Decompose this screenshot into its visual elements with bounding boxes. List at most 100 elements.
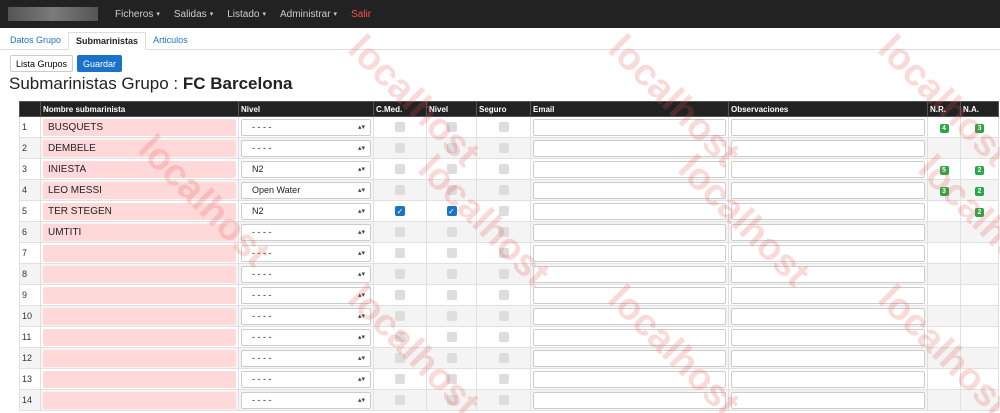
nav-menu-ficheros[interactable]: Ficheros ▾ (115, 9, 160, 20)
diver-name-field[interactable] (43, 349, 236, 367)
level-select[interactable]: - - - - ▴▾ (241, 265, 371, 283)
seguro-checkbox[interactable] (498, 206, 509, 216)
level-select[interactable]: - - - - ▴▾ (241, 349, 371, 367)
brand-logo[interactable] (8, 7, 98, 21)
seguro-checkbox[interactable] (498, 395, 509, 405)
email-field[interactable] (533, 265, 726, 283)
email-field[interactable] (533, 223, 726, 241)
email-field[interactable] (533, 391, 726, 409)
nivel-checkbox[interactable] (446, 395, 457, 405)
level-select[interactable]: - - - - ▴▾ (241, 307, 371, 325)
save-button[interactable]: Guardar (77, 55, 123, 72)
observations-field[interactable] (731, 265, 925, 283)
email-field[interactable] (533, 286, 726, 304)
level-select[interactable]: Open Water ▴▾ (241, 181, 371, 199)
email-field[interactable] (533, 202, 726, 220)
logout-link[interactable]: Salir (351, 9, 371, 20)
nav-menu-administrar[interactable]: Administrar ▾ (280, 9, 337, 20)
diver-name-field[interactable] (43, 328, 236, 346)
cmed-checkbox[interactable] (395, 290, 405, 300)
email-field[interactable] (533, 139, 726, 157)
level-select[interactable]: - - - - ▴▾ (241, 391, 371, 409)
email-field[interactable] (533, 160, 726, 178)
seguro-checkbox[interactable] (498, 227, 509, 237)
level-select[interactable]: - - - - ▴▾ (241, 328, 371, 346)
diver-name-field[interactable] (43, 244, 236, 262)
nivel-checkbox[interactable]: ✓ (446, 206, 457, 216)
diver-name-field[interactable]: UMTITI (43, 223, 236, 241)
level-select[interactable]: - - - - ▴▾ (241, 286, 371, 304)
nivel-checkbox[interactable] (446, 374, 457, 384)
nav-menu-listado[interactable]: Listado ▾ (227, 9, 266, 20)
seguro-checkbox[interactable] (498, 269, 509, 279)
observations-field[interactable] (731, 139, 925, 157)
diver-name-field[interactable] (43, 307, 236, 325)
cmed-checkbox[interactable] (395, 122, 405, 132)
seguro-checkbox[interactable] (498, 353, 509, 363)
seguro-checkbox[interactable] (498, 374, 509, 384)
cmed-checkbox[interactable] (395, 374, 405, 384)
nivel-checkbox[interactable] (446, 248, 457, 258)
level-select[interactable]: - - - - ▴▾ (241, 139, 371, 157)
nivel-checkbox[interactable] (446, 269, 457, 279)
diver-name-field[interactable]: BUSQUETS (43, 118, 236, 136)
seguro-checkbox[interactable] (498, 332, 509, 342)
seguro-checkbox[interactable] (498, 164, 509, 174)
diver-name-field[interactable] (43, 370, 236, 388)
observations-field[interactable] (731, 307, 925, 325)
cmed-checkbox[interactable] (395, 269, 405, 279)
email-field[interactable] (533, 307, 726, 325)
diver-name-field[interactable] (43, 286, 236, 304)
diver-name-field[interactable]: TER STEGEN (43, 202, 236, 220)
level-select[interactable]: - - - - ▴▾ (241, 244, 371, 262)
cmed-checkbox[interactable] (395, 332, 405, 342)
observations-field[interactable] (731, 370, 925, 388)
diver-name-field[interactable] (43, 265, 236, 283)
seguro-checkbox[interactable] (498, 143, 509, 153)
cmed-checkbox[interactable] (395, 143, 405, 153)
tab-submarinistas[interactable]: Submarinistas (68, 32, 147, 50)
email-field[interactable] (533, 349, 726, 367)
nivel-checkbox[interactable] (446, 185, 457, 195)
observations-field[interactable] (731, 286, 925, 304)
seguro-checkbox[interactable] (498, 311, 509, 321)
level-select[interactable]: - - - - ▴▾ (241, 223, 371, 241)
level-select[interactable]: - - - - ▴▾ (241, 118, 371, 136)
nav-menu-salidas[interactable]: Salidas ▾ (174, 9, 213, 20)
cmed-checkbox[interactable] (395, 185, 405, 195)
observations-field[interactable] (731, 391, 925, 409)
nivel-checkbox[interactable] (446, 143, 457, 153)
email-field[interactable] (533, 370, 726, 388)
nivel-checkbox[interactable] (446, 164, 457, 174)
tab-articulos[interactable]: Articulos (146, 32, 195, 49)
seguro-checkbox[interactable] (498, 248, 509, 258)
email-field[interactable] (533, 328, 726, 346)
seguro-checkbox[interactable] (498, 185, 509, 195)
observations-field[interactable] (731, 223, 925, 241)
level-select[interactable]: N2 ▴▾ (241, 202, 371, 220)
cmed-checkbox[interactable]: ✓ (395, 206, 405, 216)
diver-name-field[interactable]: DEMBELE (43, 139, 236, 157)
seguro-checkbox[interactable] (498, 290, 509, 300)
nivel-checkbox[interactable] (446, 227, 457, 237)
observations-field[interactable] (731, 202, 925, 220)
diver-name-field[interactable] (43, 391, 236, 409)
nivel-checkbox[interactable] (446, 311, 457, 321)
observations-field[interactable] (731, 118, 925, 136)
diver-name-field[interactable]: INIESTA (43, 160, 236, 178)
nivel-checkbox[interactable] (446, 353, 457, 363)
cmed-checkbox[interactable] (395, 227, 405, 237)
email-field[interactable] (533, 181, 726, 199)
observations-field[interactable] (731, 244, 925, 262)
observations-field[interactable] (731, 181, 925, 199)
observations-field[interactable] (731, 349, 925, 367)
cmed-checkbox[interactable] (395, 248, 405, 258)
observations-field[interactable] (731, 160, 925, 178)
level-select[interactable]: N2 ▴▾ (241, 160, 371, 178)
cmed-checkbox[interactable] (395, 164, 405, 174)
cmed-checkbox[interactable] (395, 311, 405, 321)
level-select[interactable]: - - - - ▴▾ (241, 370, 371, 388)
tab-datos-grupo[interactable]: Datos Grupo (3, 32, 68, 49)
observations-field[interactable] (731, 328, 925, 346)
list-groups-button[interactable]: Lista Grupos (10, 55, 74, 72)
